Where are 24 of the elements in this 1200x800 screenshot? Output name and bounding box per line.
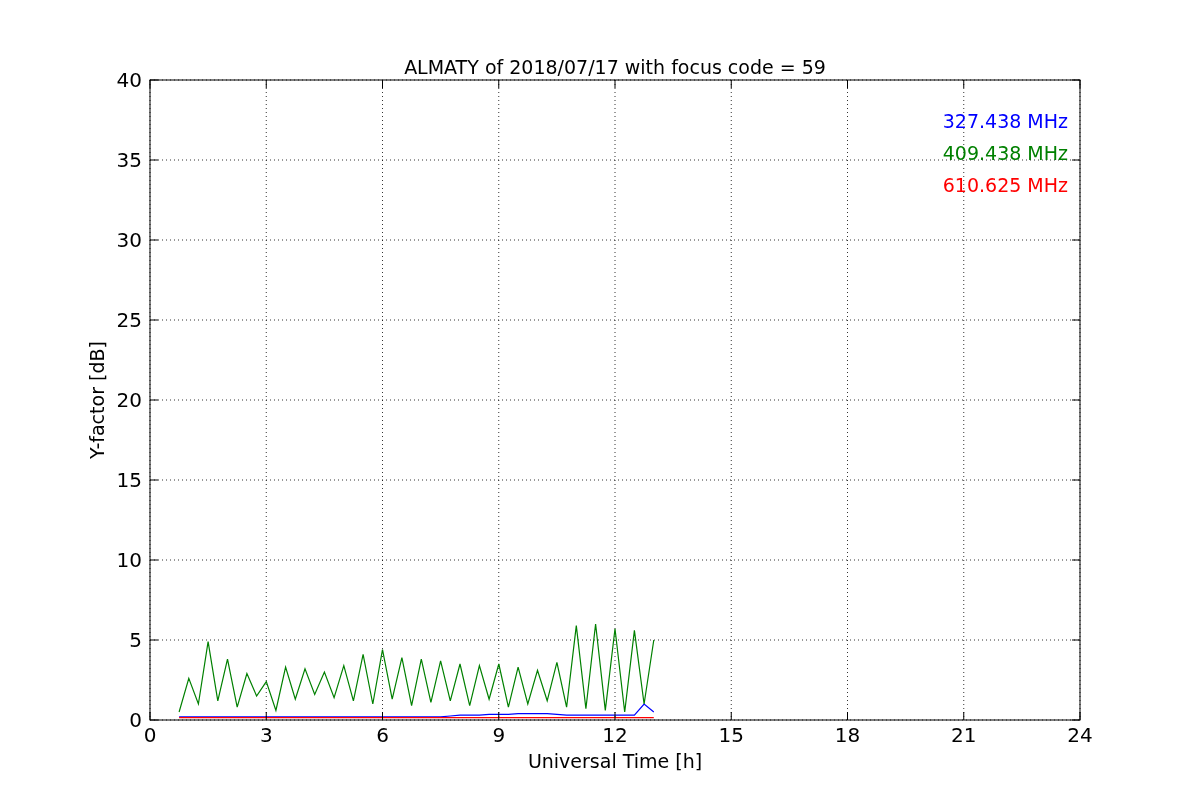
y-tick-label: 35 — [116, 148, 142, 172]
x-tick-label: 9 — [492, 723, 506, 747]
y-tick-label: 30 — [116, 228, 142, 252]
y-axis-label: Y-factor [dB] — [86, 341, 108, 459]
x-tick-label: 0 — [143, 723, 157, 747]
y-tick-label: 15 — [116, 468, 142, 492]
x-tick-label: 12 — [602, 723, 628, 747]
legend-label: 610.625 MHz — [942, 174, 1068, 196]
x-axis-label: Universal Time [h] — [527, 750, 703, 772]
x-tick-label: 15 — [718, 723, 744, 747]
x-tick-label: 6 — [376, 723, 389, 747]
y-tick-label: 20 — [116, 388, 142, 412]
x-tick-label: 3 — [259, 723, 273, 747]
chart-title: ALMATY of 2018/07/17 with focus code = 59 — [404, 56, 826, 78]
y-tick-label: 5 — [129, 628, 142, 652]
x-tick-label: 24 — [1067, 723, 1093, 747]
x-tick-label: 18 — [834, 723, 861, 747]
y-tick-label: 0 — [129, 708, 142, 732]
y-tick-label: 25 — [116, 308, 142, 332]
legend-label: 327.438 MHz — [942, 110, 1068, 132]
y-tick-label: 40 — [116, 68, 142, 92]
x-tick-label: 21 — [951, 723, 977, 747]
y-tick-label: 10 — [116, 548, 142, 572]
legend-label: 409.438 MHz — [942, 142, 1068, 164]
